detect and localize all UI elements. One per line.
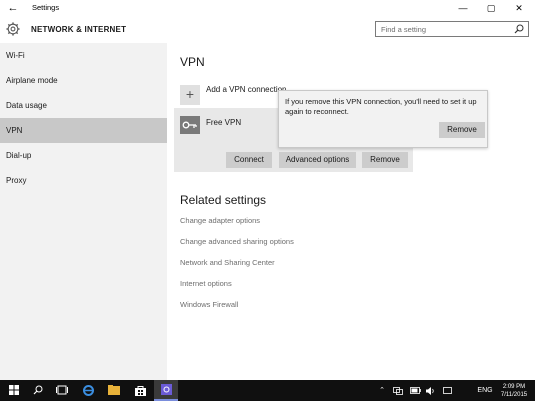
show-hidden-icons-chevron-icon[interactable]: ⌃: [377, 380, 387, 401]
search-icon[interactable]: [513, 23, 525, 35]
notifications-icon[interactable]: [441, 380, 453, 401]
language-indicator[interactable]: ENG: [476, 380, 494, 401]
gear-icon: [6, 22, 20, 36]
system-clock[interactable]: 2:09 PM 7/11/2015: [497, 383, 531, 399]
window-title: Settings: [32, 3, 60, 12]
task-view-icon[interactable]: [50, 380, 74, 401]
sidebar-item-airplane-mode[interactable]: Airplane mode: [0, 68, 167, 93]
connect-button[interactable]: Connect: [226, 152, 272, 168]
search-placeholder: Find a setting: [381, 25, 427, 34]
search-icon[interactable]: [26, 380, 50, 401]
sidebar-item-proxy[interactable]: Proxy: [0, 168, 167, 193]
windows-start-icon[interactable]: [2, 380, 26, 401]
link-change-adapter-options[interactable]: Change adapter options: [180, 216, 260, 225]
volume-icon[interactable]: [425, 380, 437, 401]
advanced-options-button[interactable]: Advanced options: [279, 152, 356, 168]
link-internet-options[interactable]: Internet options: [180, 279, 232, 288]
sidebar: Wi-Fi Airplane mode Data usage VPN Dial-…: [0, 43, 167, 380]
remove-button[interactable]: Remove: [362, 152, 408, 168]
battery-icon[interactable]: [409, 380, 421, 401]
link-network-and-sharing-center[interactable]: Network and Sharing Center: [180, 258, 275, 267]
sidebar-item-dial-up[interactable]: Dial-up: [0, 143, 167, 168]
close-button[interactable]: ✕: [505, 0, 533, 17]
network-icon[interactable]: [392, 380, 404, 401]
sidebar-item-vpn[interactable]: VPN: [0, 118, 167, 143]
remove-confirmation-message: If you remove this VPN connection, you'l…: [285, 97, 477, 116]
settings-icon[interactable]: [154, 380, 178, 401]
add-vpn-label[interactable]: Add a VPN connection: [206, 85, 287, 94]
sidebar-item-data-usage[interactable]: Data usage: [0, 93, 167, 118]
minimize-button[interactable]: —: [449, 0, 477, 17]
sidebar-item-wifi[interactable]: Wi-Fi: [0, 43, 167, 68]
vpn-heading: VPN: [180, 55, 205, 69]
store-icon[interactable]: [128, 380, 152, 401]
confirm-remove-button[interactable]: Remove: [439, 122, 485, 138]
clock-time: 2:09 PM: [502, 384, 526, 390]
vpn-connection-icon: [180, 116, 200, 134]
link-windows-firewall[interactable]: Windows Firewall: [180, 300, 238, 309]
related-settings-heading: Related settings: [180, 193, 267, 207]
title-bar: ← Settings — ▢ ✕: [0, 0, 535, 17]
section-title: NETWORK & INTERNET: [31, 25, 127, 34]
file-explorer-icon[interactable]: [102, 380, 126, 401]
remove-confirmation-flyout: If you remove this VPN connection, you'l…: [278, 90, 488, 148]
vpn-connection-name: Free VPN: [206, 118, 242, 127]
back-arrow-icon[interactable]: ←: [6, 1, 20, 15]
plus-icon[interactable]: +: [180, 85, 200, 105]
maximize-button[interactable]: ▢: [477, 0, 505, 17]
main-content: VPN + Add a VPN connection Free VPN Conn…: [167, 43, 535, 380]
clock-date: 7/11/2015: [500, 392, 528, 398]
link-change-advanced-sharing-options[interactable]: Change advanced sharing options: [180, 237, 294, 246]
edge-icon[interactable]: [76, 380, 100, 401]
taskbar: ⌃ ENG 2:09 PM 7/11/2015: [0, 380, 535, 401]
search-input[interactable]: Find a setting: [375, 21, 529, 37]
